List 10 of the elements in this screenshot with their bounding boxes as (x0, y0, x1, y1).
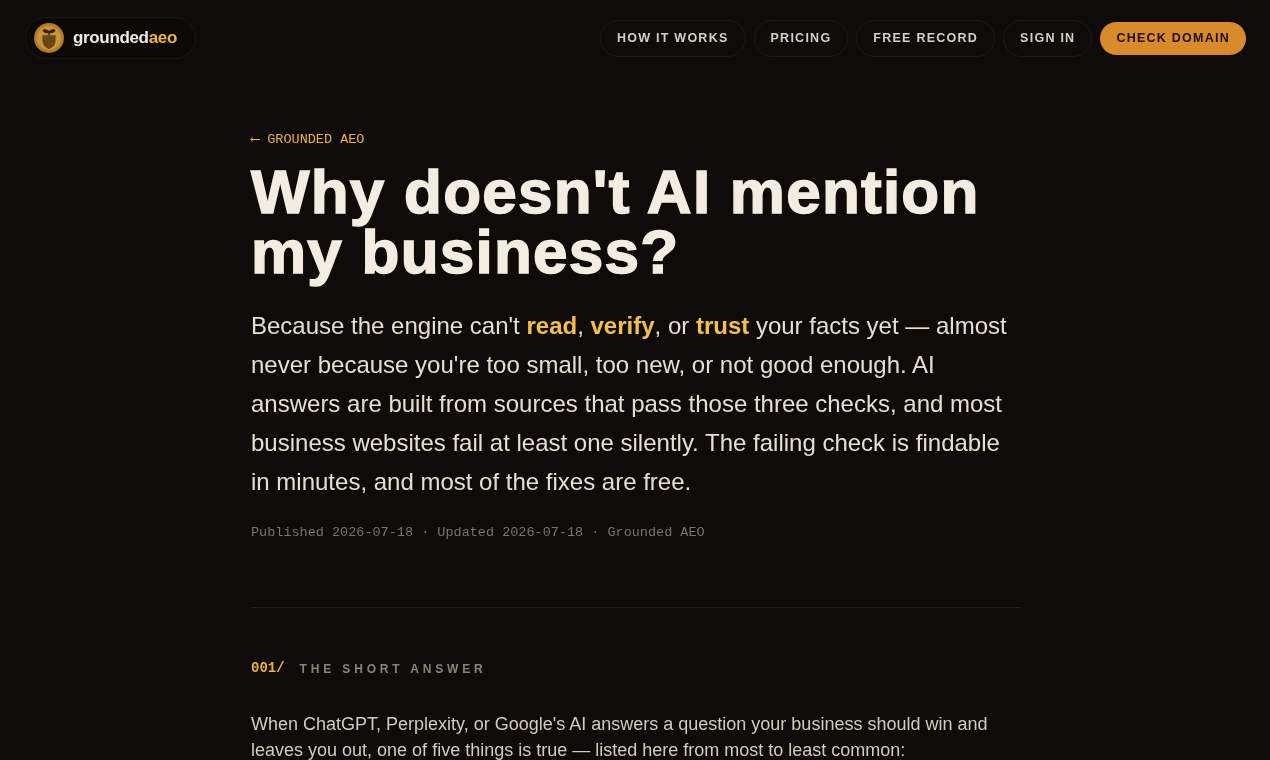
article-meta: Published 2026-07-18 · Updated 2026-07-18 · Grounded AEO (251, 524, 706, 542)
section-number: 001/ (251, 659, 285, 679)
logo-text: groundedaeo (73, 27, 177, 50)
logo-link[interactable]: groundedaeo (25, 17, 196, 59)
section-heading: THE SHORT ANSWER (299, 660, 487, 678)
back-link[interactable]: ⟵ GROUNDED AEO (251, 131, 365, 149)
logo-icon (34, 23, 64, 53)
check-domain-button[interactable]: CHECK DOMAIN (1100, 21, 1246, 55)
section-paragraph: When ChatGPT, Perplexity, or Google's AI answers a question your business should win and leaves you out, one of five things is true — listed here from most to least common: (251, 713, 989, 760)
lede-paragraph: Because the engine can't read, verify, or trust your facts yet — almost never because you're too small, too new, or not good enough. AI answers are built from sources that pass those three checks, and most business websites fail at least one silently. The failing check is findable in minutes, and most of the fixes are free. (251, 311, 1008, 497)
